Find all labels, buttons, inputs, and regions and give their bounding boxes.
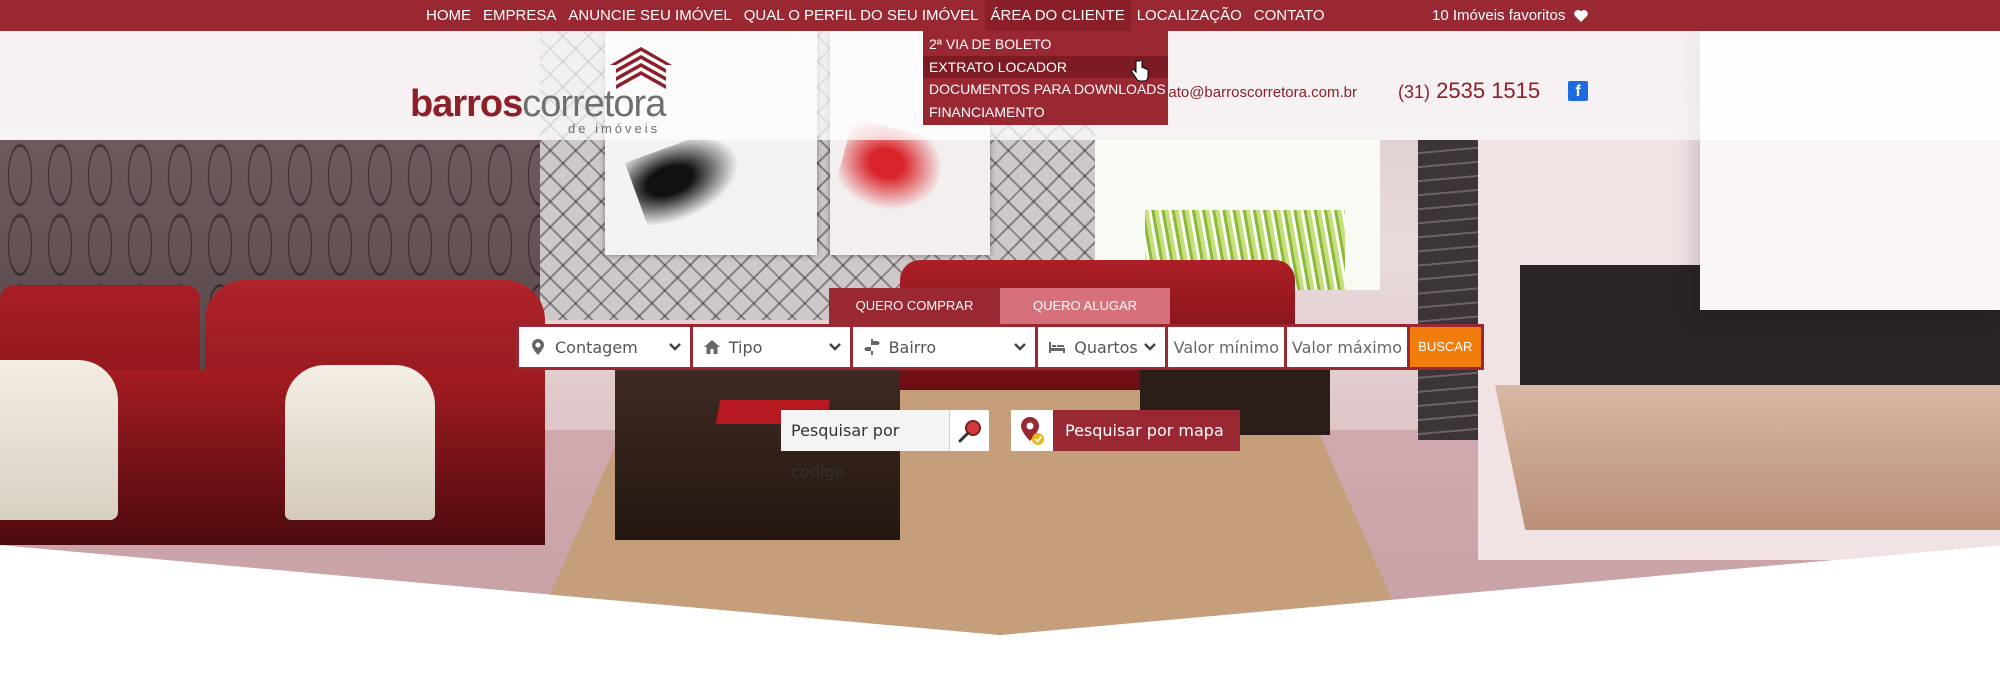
logo-wordmark: barroscorretora: [410, 83, 666, 125]
map-pin-icon: [532, 339, 544, 355]
neighborhood-select-value: Bairro: [888, 337, 937, 357]
coffee-table: [615, 370, 900, 540]
rooms-select[interactable]: Quartos: [1038, 327, 1166, 367]
nav-perfil-imovel[interactable]: QUAL O PERFIL DO SEU IMÓVEL: [738, 0, 985, 31]
min-value-input[interactable]: Valor mínimo: [1168, 327, 1285, 367]
contact-phone: (31) 2535 1515: [1398, 78, 1541, 103]
nav-anuncie[interactable]: ANUNCIE SEU IMÓVEL: [562, 0, 737, 31]
nav-contato[interactable]: CONTATO: [1248, 0, 1331, 31]
chevron-down-icon: [1144, 343, 1157, 351]
top-nav-bar: HOME EMPRESA ANUNCIE SEU IMÓVEL QUAL O P…: [0, 0, 2000, 31]
nav-area-do-cliente[interactable]: ÁREA DO CLIENTE: [984, 0, 1131, 31]
favorites-link[interactable]: 10 Imóveis favoritos: [1432, 0, 1589, 31]
map-marker-check-icon: [1021, 416, 1044, 445]
search-button[interactable]: BUSCAR: [1409, 327, 1481, 367]
search-tabs: QUERO COMPRAR QUERO ALUGAR: [829, 288, 1170, 324]
favorites-label: 10 Imóveis favoritos: [1432, 7, 1566, 24]
contact-email[interactable]: contato@barroscorretora.com.br: [1140, 84, 1357, 101]
type-select[interactable]: Tipo: [692, 327, 850, 367]
map-search-button[interactable]: Pesquisar por mapa: [1011, 410, 1240, 451]
home-icon: [703, 340, 720, 354]
dropdown-item-financiamento[interactable]: FINANCIAMENTO: [923, 101, 1168, 124]
logo-tagline: de imóveis: [568, 121, 661, 136]
hand-cursor-icon: [1131, 60, 1149, 82]
map-search-label: Pesquisar por mapa: [1053, 410, 1240, 451]
chevron-down-icon: [1014, 343, 1027, 351]
logo[interactable]: barroscorretora de imóveis: [410, 45, 675, 137]
page: barroscorretora de imóveis contato@barro…: [0, 0, 2000, 695]
facebook-icon[interactable]: f: [1568, 81, 1588, 101]
chevron-down-icon: [828, 343, 841, 351]
chevron-down-icon: [668, 343, 681, 351]
magnifier-icon: [958, 419, 981, 442]
heart-icon: [1574, 9, 1589, 22]
property-search-bar: Contagem Tipo Bairro Quartos Valor mínim…: [516, 324, 1484, 370]
bed-icon: [1049, 342, 1066, 353]
tab-quero-alugar[interactable]: QUERO ALUGAR: [1000, 288, 1170, 324]
rooms-select-value: Quartos: [1074, 337, 1138, 357]
neighborhood-select[interactable]: Bairro: [852, 327, 1036, 367]
tab-quero-comprar[interactable]: QUERO COMPRAR: [829, 288, 1000, 324]
dropdown-item-boleto[interactable]: 2ª VIA DE BOLETO: [923, 33, 1168, 56]
type-select-value: Tipo: [728, 337, 763, 357]
main-nav: HOME EMPRESA ANUNCIE SEU IMÓVEL QUAL O P…: [420, 0, 1331, 31]
nav-localizacao[interactable]: LOCALIZAÇÃO: [1131, 0, 1248, 31]
code-search-button[interactable]: [949, 410, 989, 451]
max-value-input[interactable]: Valor máximo: [1287, 327, 1407, 367]
city-select-value: Contagem: [555, 337, 638, 357]
city-select[interactable]: Contagem: [519, 327, 690, 367]
nav-home[interactable]: HOME: [420, 0, 477, 31]
code-search: Pesquisar por código: [781, 410, 989, 481]
signpost-icon: [863, 339, 880, 355]
nav-empresa[interactable]: EMPRESA: [477, 0, 562, 31]
code-search-input[interactable]: Pesquisar por código: [781, 410, 949, 481]
